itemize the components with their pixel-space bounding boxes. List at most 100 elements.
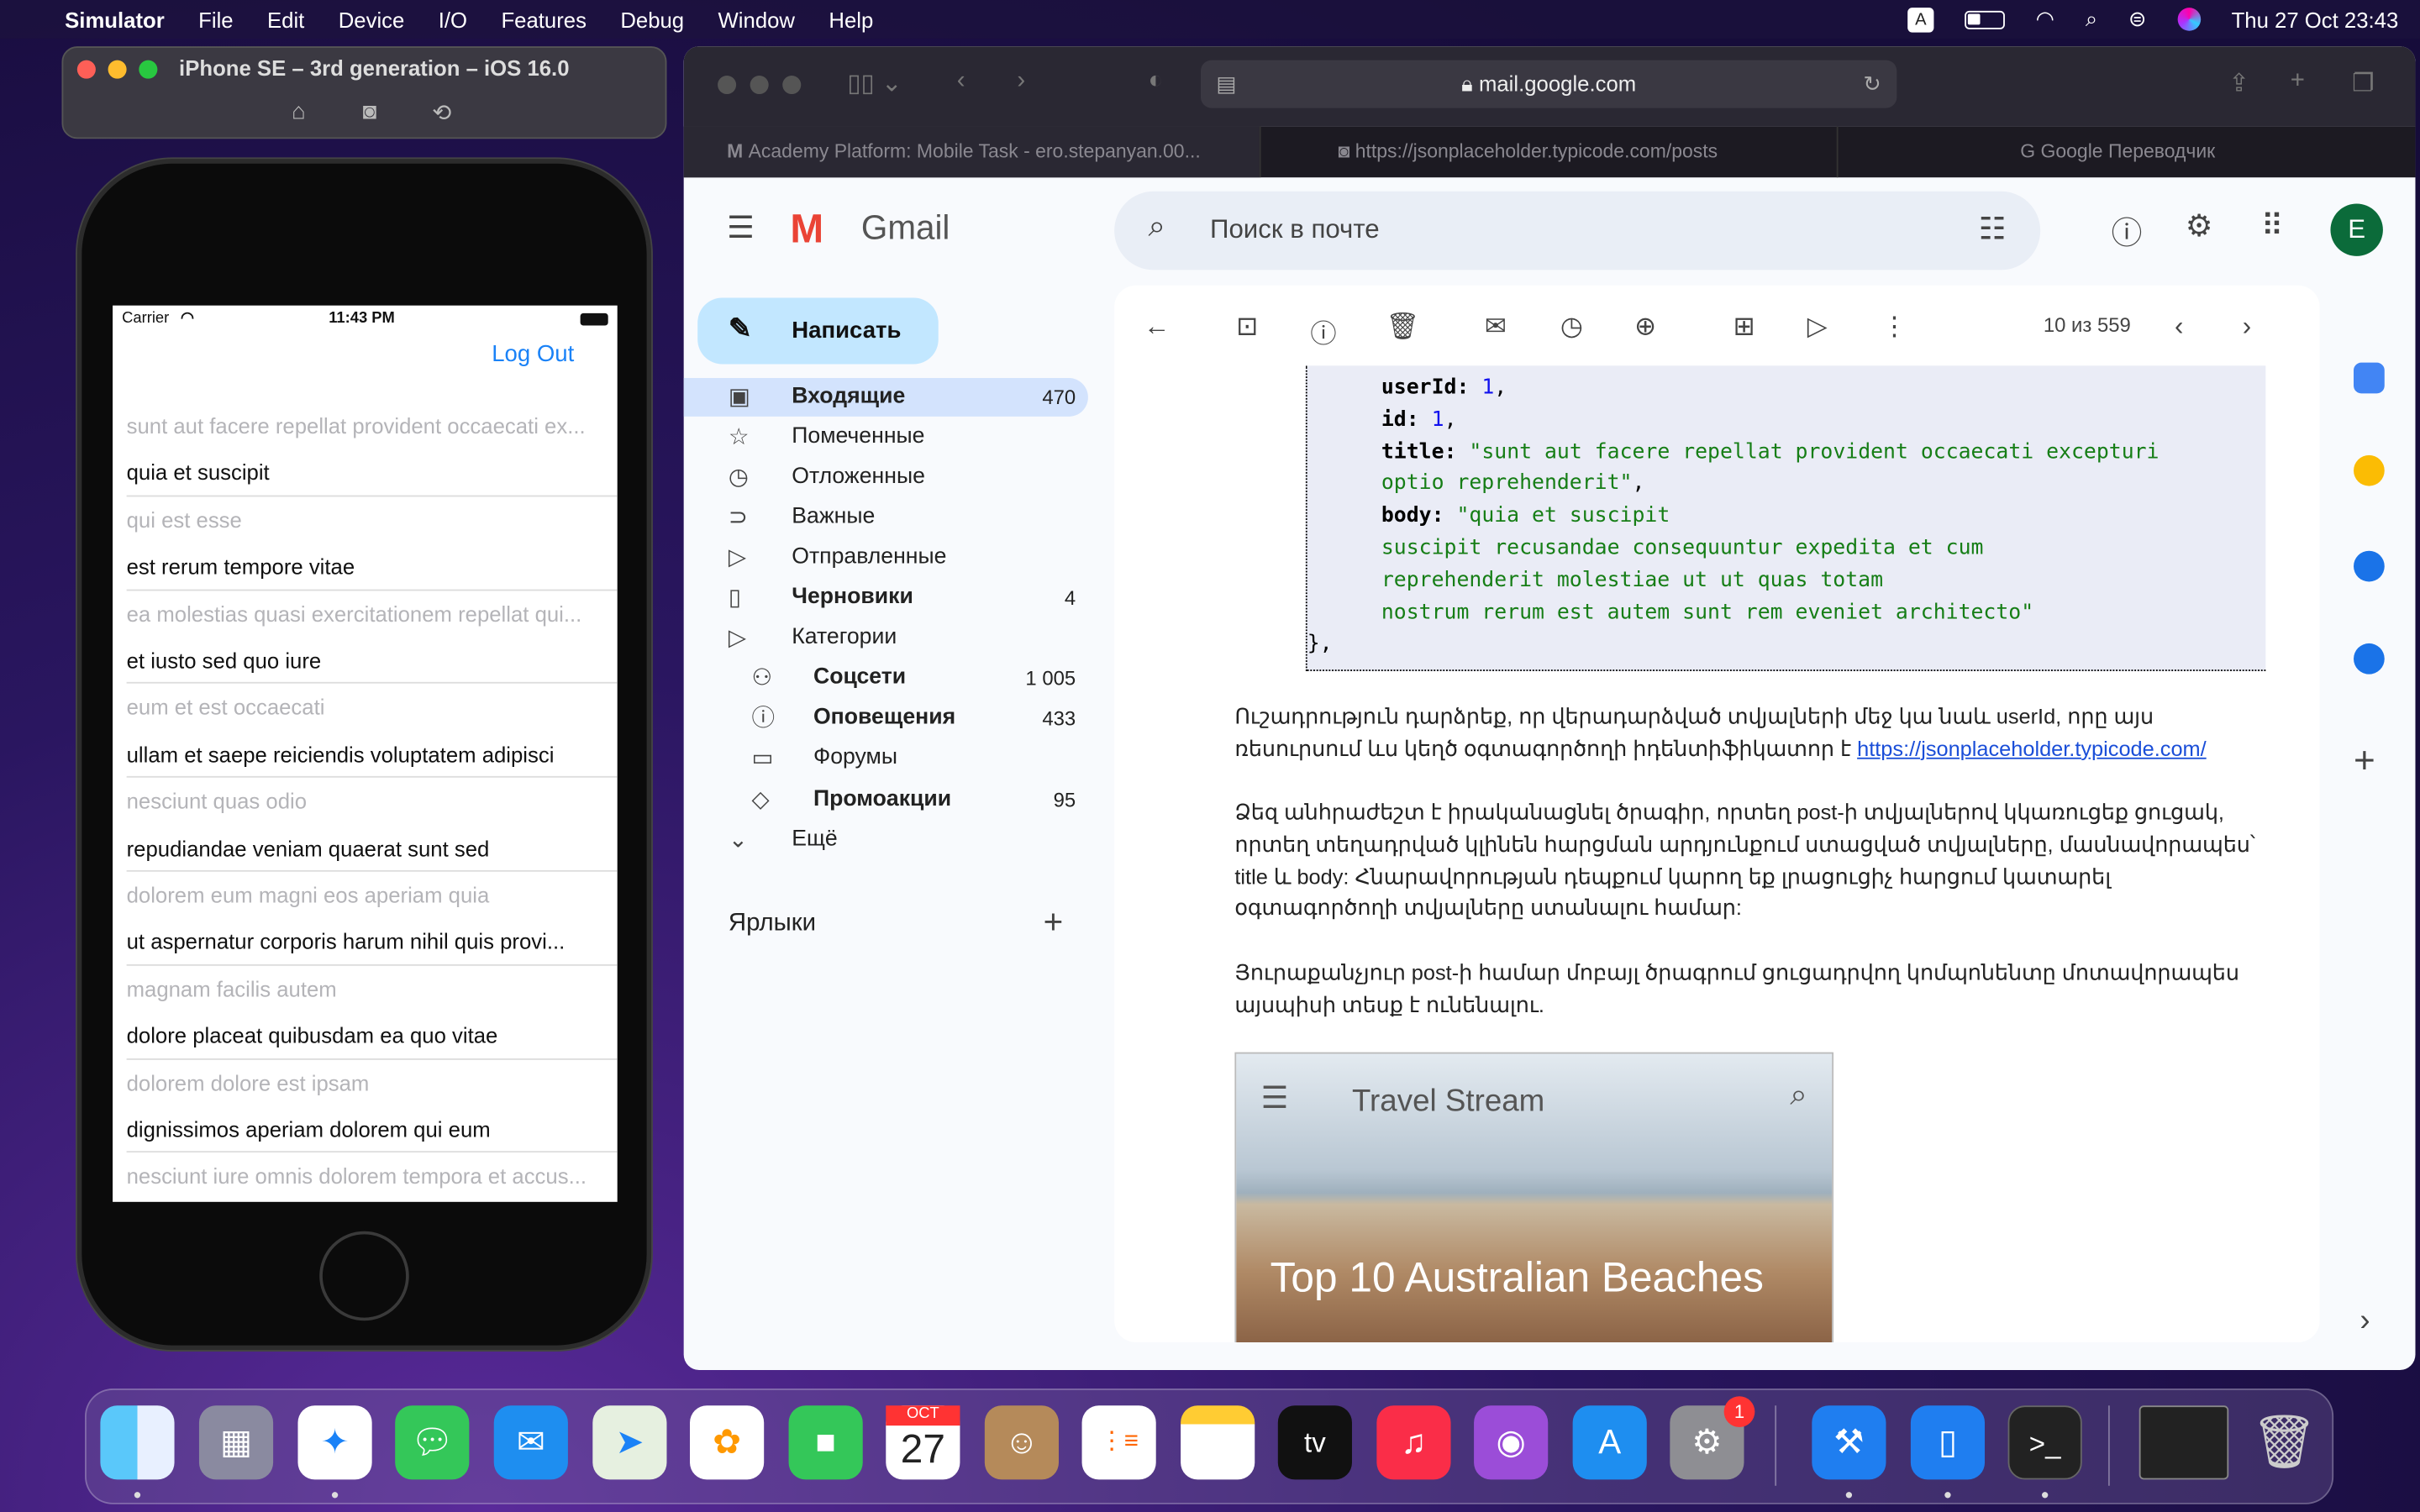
safari-icon[interactable]: ✦ [297, 1405, 372, 1480]
home-button[interactable] [319, 1231, 409, 1321]
menu-help[interactable]: Help [829, 7, 873, 31]
siri-icon[interactable] [2177, 8, 2201, 31]
share-icon[interactable]: ⇪ [2228, 68, 2249, 99]
podcasts-icon[interactable]: ◉ [1474, 1405, 1549, 1480]
search-bar[interactable]: ⌕ Поиск в почте ☷ [1114, 191, 2041, 270]
simulator-icon[interactable]: ▯ [1910, 1405, 1986, 1480]
gmail-logo-text[interactable]: Gmail [861, 208, 950, 249]
post-body[interactable]: est rerum tempore vitae [126, 543, 618, 591]
search-options-icon[interactable]: ☷ [1979, 210, 2007, 249]
reload-icon[interactable]: ↻ [1863, 60, 1881, 108]
add-label-button[interactable]: + [1044, 902, 1064, 942]
help-icon[interactable]: ⓘ [2112, 208, 2143, 253]
close-window-button[interactable] [76, 60, 96, 79]
mail-icon[interactable]: ✉ [493, 1405, 568, 1480]
nav-item[interactable]: ⚇ Соцсети 1 005 [684, 659, 1088, 697]
trash-icon[interactable]: 🗑︎ [2247, 1405, 2321, 1479]
log-out-button[interactable]: Log Out [492, 341, 574, 367]
menu-app-simulator[interactable]: Simulator [65, 7, 165, 31]
mark-unread-icon[interactable]: ✉ [1485, 312, 1507, 343]
tab-overview-icon[interactable]: ❐ [2352, 68, 2374, 99]
menu-window[interactable]: Window [718, 7, 795, 31]
search-icon[interactable]: ⌕ [1149, 210, 1166, 245]
nav-item[interactable]: ▯ Черновики 4 [684, 579, 1088, 617]
screenshot-camera-icon[interactable]: ◙ [363, 99, 377, 125]
battery-icon[interactable] [1965, 9, 2005, 29]
reminders-icon[interactable]: ⋮≡ [1081, 1405, 1156, 1480]
search-input[interactable]: Поиск в почте [1210, 214, 1380, 245]
music-icon[interactable]: ♫ [1376, 1405, 1451, 1480]
more-options-icon[interactable]: ⋮ [1881, 312, 1907, 343]
spotlight-search-icon[interactable]: ⌕ [2086, 6, 2097, 32]
snooze-icon[interactable]: ◷ [1560, 312, 1583, 343]
tab-gmail[interactable]: M Academy Platform: Mobile Task - ero.st… [683, 126, 1260, 178]
post-title[interactable]: dolorem eum magni eos aperiam quia [127, 872, 618, 919]
post-title[interactable]: eum et est occaecati [127, 684, 618, 731]
messages-icon[interactable]: 💬︎ [395, 1405, 470, 1480]
post-body[interactable]: ut aspernatur corporis harum nihil quis … [126, 919, 618, 966]
apple-tv-icon[interactable]: tv [1277, 1405, 1352, 1480]
post-title[interactable]: nesciunt quas odio [127, 778, 618, 825]
forward-icon[interactable]: › [1017, 68, 1025, 96]
post-title[interactable]: ea molestias quasi exercitationem repell… [127, 591, 618, 638]
finder-icon[interactable] [100, 1405, 175, 1480]
xcode-icon[interactable]: ⚒ [1812, 1405, 1886, 1480]
menu-io[interactable]: I/O [439, 7, 467, 31]
post-title[interactable]: magnam facilis autem [127, 965, 618, 1012]
report-spam-icon[interactable]: ⓘ [1310, 312, 1336, 350]
jsonplaceholder-link[interactable]: https://jsonplaceholder.typicode.com/ [1857, 738, 2207, 761]
nav-item[interactable]: ☆ Помеченные [684, 418, 1088, 457]
label-icon[interactable]: ▷ [1807, 312, 1828, 343]
minimize-window-button[interactable] [108, 60, 127, 79]
move-to-icon[interactable]: ⊞ [1733, 312, 1755, 343]
account-avatar[interactable]: E [2330, 203, 2383, 256]
post-body[interactable]: et iusto sed quo iure [126, 638, 618, 685]
archive-icon[interactable]: ⊡ [1236, 312, 1258, 343]
post-title[interactable]: qui est esse [127, 496, 618, 543]
launchpad-icon[interactable]: ▦ [198, 1405, 274, 1480]
nav-item[interactable]: ⊃ Важные [684, 498, 1088, 537]
post-body[interactable]: quia et suscipit [126, 449, 618, 497]
nav-item[interactable]: ▭ Форумы [684, 739, 1088, 778]
new-tab-icon[interactable]: + [2291, 68, 2305, 96]
nav-item[interactable]: ▷ Отправленные [684, 538, 1088, 577]
nav-item[interactable]: ◷ Отложенные [684, 459, 1088, 497]
compose-button[interactable]: ✎ Написать [697, 297, 939, 365]
address-bar[interactable]: 🔒︎ mail.google.com ▤ ↻ [1200, 60, 1897, 108]
menu-debug[interactable]: Debug [620, 7, 684, 31]
calendar-icon[interactable] [2354, 362, 2385, 394]
control-center-icon[interactable]: ⊜ [2128, 6, 2147, 32]
sidebar-toggle-icon[interactable]: ▯▯ ⌄ [847, 68, 902, 99]
wifi-icon[interactable]: ◠ [2036, 6, 2054, 32]
settings-gear-icon[interactable]: ⚙ [2186, 207, 2213, 245]
add-task-icon[interactable]: ⊕ [1634, 312, 1656, 343]
back-icon[interactable]: ← [1144, 312, 1170, 343]
older-icon[interactable]: › [2243, 312, 2251, 343]
zoom-window-button[interactable] [139, 60, 158, 79]
main-menu-icon[interactable]: ☰ [727, 208, 755, 247]
menu-edit[interactable]: Edit [267, 7, 304, 31]
expand-panel-icon[interactable]: › [2360, 1304, 2370, 1339]
post-title[interactable]: nesciunt iure omnis dolorem tempora et a… [127, 1153, 618, 1200]
contacts-icon[interactable] [2354, 643, 2385, 675]
nav-item[interactable]: ▣ Входящие 470 [683, 377, 1088, 417]
tab-jsonplaceholder[interactable]: ◙ https://jsonplaceholder.typicode.com/p… [1259, 126, 1837, 178]
apps-grid-icon[interactable]: ⠿ [2261, 207, 2284, 245]
maps-icon[interactable]: ➤ [592, 1405, 667, 1480]
app-store-icon[interactable]: A [1572, 1405, 1647, 1480]
rotate-icon[interactable]: ⟲ [432, 99, 451, 126]
tab-google-translate[interactable]: G Google Переводчик [1836, 126, 2416, 178]
photos-icon[interactable]: ✿ [690, 1405, 765, 1480]
terminal-icon[interactable]: >_ [2007, 1405, 2082, 1480]
contacts-app-icon[interactable]: ☺ [984, 1405, 1059, 1480]
close-window-button[interactable] [718, 75, 737, 95]
gmail-logo-icon[interactable]: M [790, 205, 823, 253]
menu-features[interactable]: Features [501, 7, 586, 31]
delete-icon[interactable]: 🗑︎ [1386, 312, 1419, 343]
keep-icon[interactable] [2354, 454, 2385, 486]
menu-file[interactable]: File [198, 7, 233, 31]
add-addon-icon[interactable]: + [2354, 741, 2375, 784]
post-body[interactable]: repudiandae veniam quaerat sunt sed [126, 825, 618, 872]
post-body[interactable]: dolore placeat quibusdam ea quo vitae [126, 1012, 618, 1060]
menu-device[interactable]: Device [339, 7, 405, 31]
